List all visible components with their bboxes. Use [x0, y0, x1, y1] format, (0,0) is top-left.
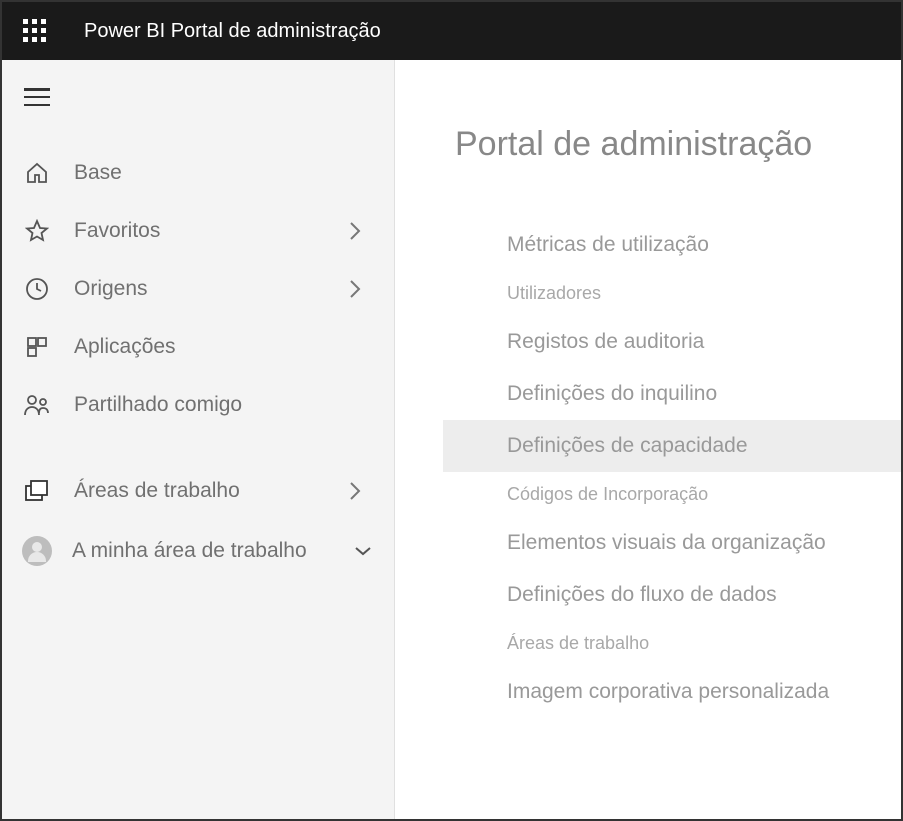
sidebar-item-label: Base: [74, 161, 372, 185]
menu-item-dataflow-settings[interactable]: Definições do fluxo de dados: [495, 569, 893, 621]
home-icon: [24, 160, 50, 186]
sidebar-item-label: Favoritos: [74, 219, 348, 243]
clock-icon: [24, 276, 50, 302]
admin-menu-list: Métricas de utilização Utilizadores Regi…: [455, 219, 893, 718]
sidebar-item-label: A minha área de trabalho: [72, 539, 354, 563]
sidebar-item-my-workspace[interactable]: A minha área de trabalho: [2, 520, 394, 582]
shared-icon: [24, 392, 50, 418]
sidebar-item-label: Partilhado comigo: [74, 393, 372, 417]
menu-item-capacity-settings[interactable]: Definições de capacidade: [443, 420, 901, 472]
workspaces-icon: [24, 478, 50, 504]
sidebar-item-favorites[interactable]: Favoritos: [2, 202, 394, 260]
left-sidebar: Base Favoritos Origens: [2, 60, 395, 819]
chevron-right-icon: [348, 220, 362, 242]
sidebar-item-apps[interactable]: Aplicações: [2, 318, 394, 376]
sidebar-item-home[interactable]: Base: [2, 144, 394, 202]
app-launcher-icon[interactable]: [14, 10, 56, 52]
main-content: Portal de administração Métricas de util…: [395, 60, 901, 819]
sidebar-item-label: Aplicações: [74, 335, 372, 359]
menu-item-custom-branding[interactable]: Imagem corporativa personalizada: [495, 666, 893, 718]
menu-item-embed-codes[interactable]: Códigos de Incorporação: [495, 472, 893, 517]
nav-list: Base Favoritos Origens: [2, 144, 394, 582]
sidebar-item-workspaces[interactable]: Áreas de trabalho: [2, 462, 394, 520]
menu-item-users[interactable]: Utilizadores: [495, 271, 893, 316]
hamburger-menu-icon[interactable]: [2, 70, 72, 124]
star-icon: [24, 218, 50, 244]
menu-item-org-visuals[interactable]: Elementos visuais da organização: [495, 517, 893, 569]
menu-item-workspaces[interactable]: Áreas de trabalho: [495, 621, 893, 666]
chevron-right-icon: [348, 480, 362, 502]
app-header: Power BI Portal de administração: [2, 2, 901, 60]
header-title: Power BI Portal de administração: [84, 20, 381, 43]
apps-icon: [24, 334, 50, 360]
avatar-icon: [22, 536, 52, 566]
sidebar-item-label: Áreas de trabalho: [74, 479, 348, 503]
body: Base Favoritos Origens: [2, 60, 901, 819]
menu-item-tenant-settings[interactable]: Definições do inquilino: [495, 368, 893, 420]
chevron-right-icon: [348, 278, 362, 300]
sidebar-item-label: Origens: [74, 277, 348, 301]
page-title: Portal de administração: [455, 125, 893, 164]
sidebar-item-shared[interactable]: Partilhado comigo: [2, 376, 394, 434]
chevron-down-icon: [354, 545, 372, 557]
menu-item-audit-logs[interactable]: Registos de auditoria: [495, 316, 893, 368]
menu-item-usage-metrics[interactable]: Métricas de utilização: [495, 219, 893, 271]
sidebar-item-recent[interactable]: Origens: [2, 260, 394, 318]
